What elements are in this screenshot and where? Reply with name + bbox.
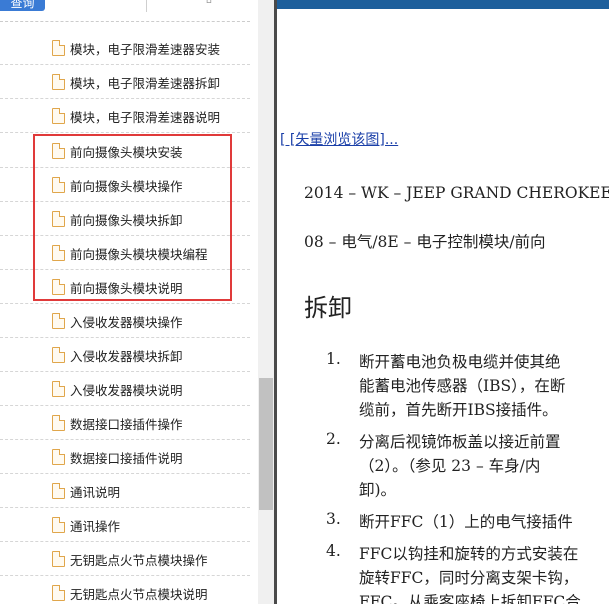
document-icon bbox=[52, 551, 65, 567]
document-header-line: 08 – 电气/8E – 电子控制模块/前向 bbox=[304, 233, 546, 251]
tree-item-label: 数据接口接插件说明 bbox=[70, 451, 183, 466]
document-icon bbox=[52, 381, 65, 397]
document-icon bbox=[52, 74, 65, 90]
tree-item-label: 数据接口接插件操作 bbox=[70, 417, 183, 432]
tree-item[interactable]: 通讯操作 bbox=[0, 508, 250, 542]
document-icon bbox=[52, 517, 65, 533]
document-top-bar bbox=[277, 0, 609, 9]
tree-item[interactable]: 数据接口接插件操作 bbox=[0, 406, 250, 440]
step-number: 3. bbox=[326, 510, 341, 528]
step-number: 2. bbox=[326, 430, 341, 448]
tree-item[interactable]: 无钥匙点火节点模块操作 bbox=[0, 542, 250, 576]
step-text: 断开蓄电池负极电缆并使其绝 bbox=[359, 353, 561, 371]
tree-item-label: 无钥匙点火节点模块操作 bbox=[70, 553, 208, 568]
step-number: 1. bbox=[326, 350, 341, 368]
document-icon bbox=[52, 108, 65, 124]
tree-item[interactable]: 入侵收发器模块操作 bbox=[0, 304, 250, 338]
tree-item-label: 无钥匙点火节点模块说明 bbox=[70, 587, 208, 602]
step-text: 缆前，首先断开IBS接插件。 bbox=[359, 401, 558, 419]
toolbar-icon[interactable]: ⌂ bbox=[206, 0, 212, 6]
scrollbar-thumb[interactable] bbox=[259, 378, 273, 510]
step-number: 4. bbox=[326, 542, 341, 560]
tree-item[interactable]: 无钥匙点火节点模块说明 bbox=[0, 576, 250, 604]
tree-item[interactable]: 数据接口接插件说明 bbox=[0, 440, 250, 474]
selection-highlight bbox=[33, 134, 232, 301]
document-icon bbox=[52, 40, 65, 56]
document-icon bbox=[52, 449, 65, 465]
tree-toolbar: 查询 ⌂ bbox=[0, 0, 258, 22]
tree-item[interactable]: 通讯说明 bbox=[0, 474, 250, 508]
query-button[interactable]: 查询 bbox=[0, 0, 45, 11]
tree-item[interactable]: 模块，电子限滑差速器拆卸 bbox=[0, 65, 250, 99]
tree-item[interactable]: 入侵收发器模块说明 bbox=[0, 372, 250, 406]
tree-item-label: 模块，电子限滑差速器说明 bbox=[70, 110, 221, 125]
tree-item-label: 模块，电子限滑差速器拆卸 bbox=[70, 76, 221, 91]
step-text: 能蓄电池传感器（IBS），在断 bbox=[359, 377, 566, 395]
step-text: 卸)。 bbox=[359, 481, 397, 499]
document-icon bbox=[52, 585, 65, 601]
document-icon bbox=[52, 313, 65, 329]
tree-item-label: 入侵收发器模块说明 bbox=[70, 383, 183, 398]
tree-item[interactable]: 模块，电子限滑差速器说明 bbox=[0, 99, 250, 133]
tree-scrollbar[interactable] bbox=[258, 0, 274, 604]
tree-item[interactable]: 入侵收发器模块拆卸 bbox=[0, 338, 250, 372]
tree-item-label: 入侵收发器模块操作 bbox=[70, 315, 183, 330]
step-text: FFC。从乘客座椅上拆卸FFC合 bbox=[359, 593, 581, 604]
step-text: 断开FFC（1）上的电气接插件 bbox=[359, 513, 573, 531]
toolbar-divider bbox=[146, 0, 147, 12]
vector-view-link[interactable]: [ [矢量浏览该图]... bbox=[280, 129, 398, 149]
step-text: 旋转FFC，同时分离支架卡钩， bbox=[359, 569, 579, 587]
document-icon bbox=[52, 415, 65, 431]
step-text: 分离后视镜饰板盖以接近前置 bbox=[359, 433, 561, 451]
tree-item[interactable]: 模块，电子限滑差速器安装 bbox=[0, 31, 250, 65]
tree-item-label: 通讯操作 bbox=[70, 519, 121, 534]
step-text: FFC以钩挂和旋转的方式安装在 bbox=[359, 545, 579, 563]
document-header-line: 2014 – WK – JEEP GRAND CHEROKEE bbox=[304, 184, 609, 202]
section-heading: 拆卸 bbox=[304, 294, 352, 322]
tree-item-label: 通讯说明 bbox=[70, 485, 121, 500]
document-icon bbox=[52, 347, 65, 363]
document-icon bbox=[52, 483, 65, 499]
tree-item-label: 入侵收发器模块拆卸 bbox=[70, 349, 183, 364]
tree-item-label: 模块，电子限滑差速器安装 bbox=[70, 42, 221, 57]
step-text: （2）。（参见 23 – 车身/内 bbox=[359, 457, 541, 475]
tree-panel: 查询 ⌂ 模块，电子限滑差速器安装 模块，电子限滑差速器拆卸 模块，电子限滑差速… bbox=[0, 0, 258, 604]
toolbar-separator bbox=[0, 21, 250, 22]
document-panel: [ [矢量浏览该图]... 2014 – WK – JEEP GRAND CHE… bbox=[274, 0, 609, 604]
